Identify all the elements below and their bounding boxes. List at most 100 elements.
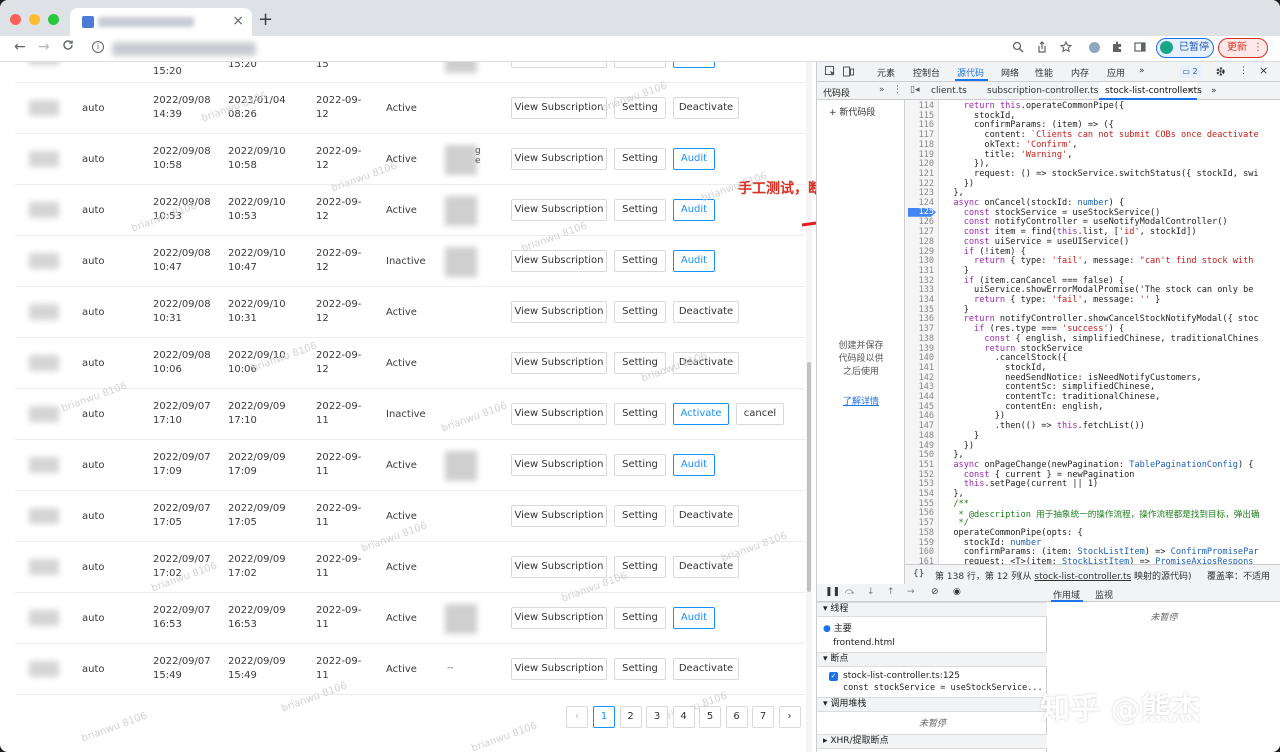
line-number[interactable]: 147 [919, 421, 934, 431]
prev-page-button[interactable]: ‹ [566, 706, 588, 728]
line-number[interactable]: 126 [919, 217, 934, 227]
view-subscription-button[interactable]: View Subscription [511, 454, 607, 476]
setting-button[interactable]: Setting [614, 658, 666, 680]
line-number[interactable]: 150 [919, 450, 934, 460]
line-number[interactable]: 153 [919, 479, 934, 489]
toggle-navigator-icon[interactable]: ▯◂ [910, 85, 919, 95]
setting-button[interactable]: Setting [614, 454, 666, 476]
deactivate-button[interactable]: Deactivate [673, 352, 739, 374]
audit-button[interactable]: Audit [673, 148, 715, 170]
line-number[interactable]: 141 [919, 363, 934, 373]
line-number[interactable]: 128 [919, 237, 934, 247]
setting-button[interactable]: Setting [614, 352, 666, 374]
line-number-gutter[interactable]: 114 115 116 117 118 119 120 121 122 123 124 125 126 1… [905, 100, 939, 564]
file-tab-client[interactable]: client.ts [931, 86, 967, 96]
close-devtools-icon[interactable]: × [1259, 64, 1268, 77]
view-subscription-button[interactable]: View Subscription [511, 403, 607, 425]
step-over-icon[interactable]: ⤼ [845, 587, 855, 597]
audit-button[interactable]: Audit [673, 607, 715, 629]
devtools-tab-3[interactable]: 网络 [1001, 66, 1019, 79]
line-number[interactable]: 143 [919, 382, 934, 392]
more-file-tabs-icon[interactable]: » [1211, 86, 1217, 96]
line-number[interactable]: 155 [919, 499, 934, 509]
line-number[interactable]: 123 [919, 188, 934, 198]
view-subscription-button[interactable]: View Subscription [511, 148, 607, 170]
page-5-button[interactable]: 5 [699, 706, 721, 728]
file-tab-subscription-controller[interactable]: subscription-controller.ts [987, 86, 1098, 96]
zoom-icon[interactable] [1012, 41, 1024, 56]
settings-gear-icon[interactable] [1215, 66, 1226, 80]
setting-button[interactable]: Setting [614, 62, 666, 68]
line-number[interactable]: 136 [919, 314, 934, 324]
page-6-button[interactable]: 6 [725, 706, 748, 728]
deactivate-button[interactable]: Deactivate [673, 505, 739, 527]
pretty-print-button[interactable]: {} [913, 569, 924, 579]
forward-button[interactable]: → [38, 39, 50, 55]
deactivate-button[interactable]: Deactivate [673, 301, 739, 323]
site-info-icon[interactable]: i [92, 41, 104, 53]
line-number[interactable]: 149 [919, 441, 934, 451]
cancel-button[interactable]: cancel [736, 403, 784, 425]
step-out-icon[interactable]: ↑ [887, 587, 895, 597]
setting-button[interactable]: Setting [614, 148, 666, 170]
line-number[interactable]: 114 [919, 101, 934, 111]
extensions-puzzle-icon[interactable] [1111, 41, 1123, 56]
breakpoint-checkbox[interactable]: ✓ [829, 672, 838, 681]
line-number[interactable]: 161 [919, 557, 934, 564]
line-number[interactable]: 124 [919, 198, 934, 208]
more-tabs-button[interactable]: » [1139, 66, 1145, 76]
xhr-breakpoints-section[interactable]: ▸ XHR/提取断点 [817, 734, 1047, 749]
line-number[interactable]: 156 [919, 508, 934, 518]
line-number[interactable]: 158 [919, 528, 934, 538]
line-number[interactable]: 152 [919, 470, 934, 480]
frontend-html-item[interactable]: frontend.html [833, 638, 895, 648]
deactivate-breakpoints-icon[interactable]: ⊘ [931, 587, 939, 597]
device-toolbar-icon[interactable] [843, 66, 854, 80]
audit-button[interactable]: Audit [673, 250, 715, 272]
snippets-more-icon[interactable]: » [879, 85, 885, 95]
bookmark-star-icon[interactable] [1059, 40, 1073, 56]
line-number[interactable]: 138 [919, 334, 934, 344]
page-scrollbar[interactable] [806, 62, 812, 752]
setting-button[interactable]: Setting [614, 250, 666, 272]
setting-button[interactable]: Setting [614, 607, 666, 629]
line-number[interactable]: 160 [919, 547, 934, 557]
setting-button[interactable]: Setting [614, 301, 666, 323]
line-number[interactable]: 131 [919, 266, 934, 276]
line-number[interactable]: 151 [919, 460, 934, 470]
line-number[interactable]: 144 [919, 392, 934, 402]
line-number[interactable]: 118 [919, 140, 934, 150]
close-window-button[interactable] [10, 14, 21, 25]
line-number[interactable]: 119 [919, 150, 934, 160]
line-number[interactable]: 134 [919, 295, 934, 305]
view-subscription-button[interactable]: View Subscription [511, 556, 607, 578]
deactivate-button[interactable]: Deactivate [673, 97, 739, 119]
audit-button[interactable]: Audit [673, 454, 715, 476]
setting-button[interactable]: Setting [614, 97, 666, 119]
source-map-link[interactable]: stock-list-controller.ts [1034, 572, 1131, 582]
page-1-button[interactable]: 1 [593, 706, 615, 728]
line-number[interactable]: 116 [919, 120, 934, 130]
line-number[interactable]: 132 [919, 276, 934, 286]
issues-badge[interactable]: ▭ 2 [1179, 65, 1201, 78]
snippets-menu-icon[interactable]: ⋮ [893, 85, 902, 95]
side-panel-icon[interactable] [1134, 41, 1146, 56]
next-page-button[interactable]: › [778, 706, 801, 728]
setting-button[interactable]: Setting [614, 556, 666, 578]
line-number[interactable]: 117 [919, 130, 934, 140]
deactivate-button[interactable]: Deactivate [673, 556, 739, 578]
maximize-window-button[interactable] [48, 14, 59, 25]
new-tab-button[interactable]: + [258, 9, 273, 30]
learn-more-link[interactable]: 了解详情 [817, 394, 905, 407]
line-number[interactable]: 139 [919, 344, 934, 354]
extension-icon[interactable] [1089, 42, 1100, 53]
view-subscription-button[interactable]: View Subscription [511, 505, 607, 527]
tab-watch[interactable]: 监视 [1095, 588, 1113, 601]
setting-button[interactable]: Setting [614, 403, 666, 425]
back-button[interactable]: ← [14, 39, 26, 55]
line-number[interactable]: 133 [919, 285, 934, 295]
devtools-menu-icon[interactable]: ⋮ [1239, 66, 1248, 76]
activate-button[interactable]: Activate [673, 403, 729, 425]
devtools-tab-0[interactable]: 元素 [877, 66, 895, 79]
view-subscription-button[interactable]: View Subscription [511, 199, 607, 221]
